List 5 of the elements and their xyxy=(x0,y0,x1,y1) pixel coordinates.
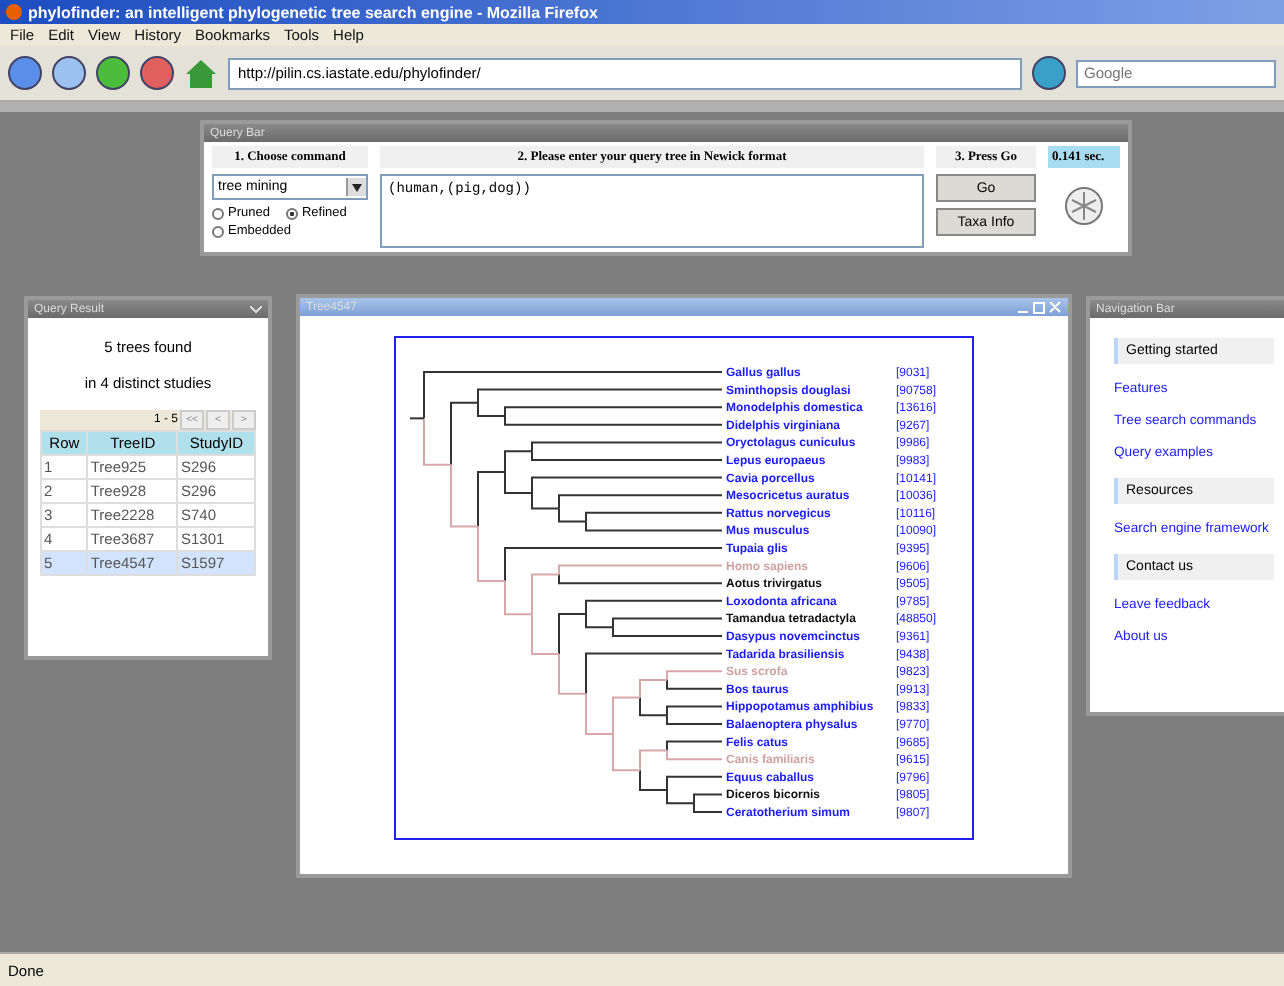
window-title-text: phylofinder: an intelligent phylogenetic tree search engine - Mozilla Firefox xyxy=(28,3,598,21)
caret-icon xyxy=(346,178,366,196)
chevron-icon[interactable] xyxy=(250,305,262,313)
home-icon[interactable] xyxy=(184,56,218,90)
logo-icon xyxy=(1064,186,1104,226)
